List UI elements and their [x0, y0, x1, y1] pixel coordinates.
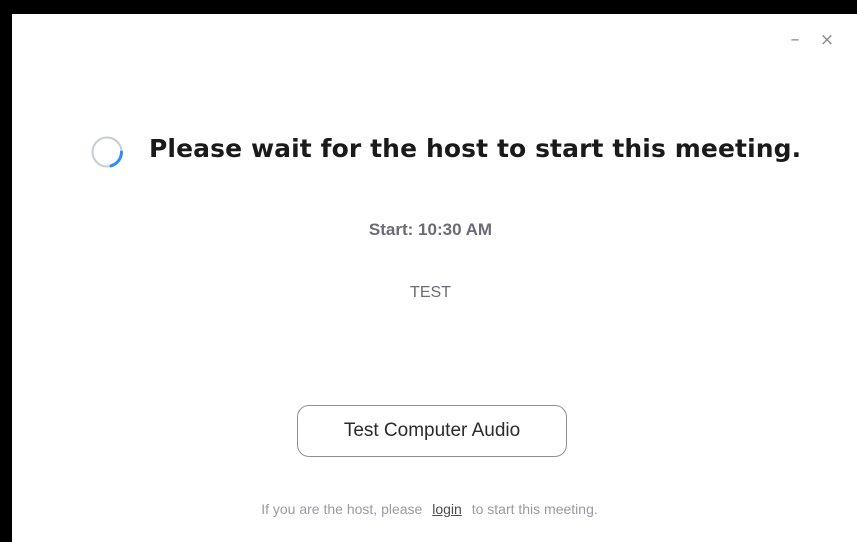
login-link[interactable]: login	[432, 501, 462, 517]
test-computer-audio-button[interactable]: Test Computer Audio	[297, 405, 567, 457]
window-controls: – ×	[767, 28, 857, 58]
host-hint-suffix: to start this meeting.	[471, 501, 598, 517]
close-icon[interactable]: ×	[815, 28, 839, 52]
page-title: Please wait for the host to start this m…	[149, 134, 802, 163]
meeting-start-time: Start: 10:30 AM	[368, 220, 493, 239]
host-login-hint: If you are the host, please login to sta…	[12, 501, 847, 517]
loading-spinner-icon	[91, 136, 123, 168]
waiting-room-window: – × Please wait for the host to start th…	[12, 14, 857, 542]
meeting-topic: TEST	[410, 284, 451, 301]
waiting-heading-row: Please wait for the host to start this m…	[12, 130, 857, 174]
minimize-icon[interactable]: –	[783, 28, 807, 52]
host-hint-text: If you are the host, please	[261, 501, 423, 517]
